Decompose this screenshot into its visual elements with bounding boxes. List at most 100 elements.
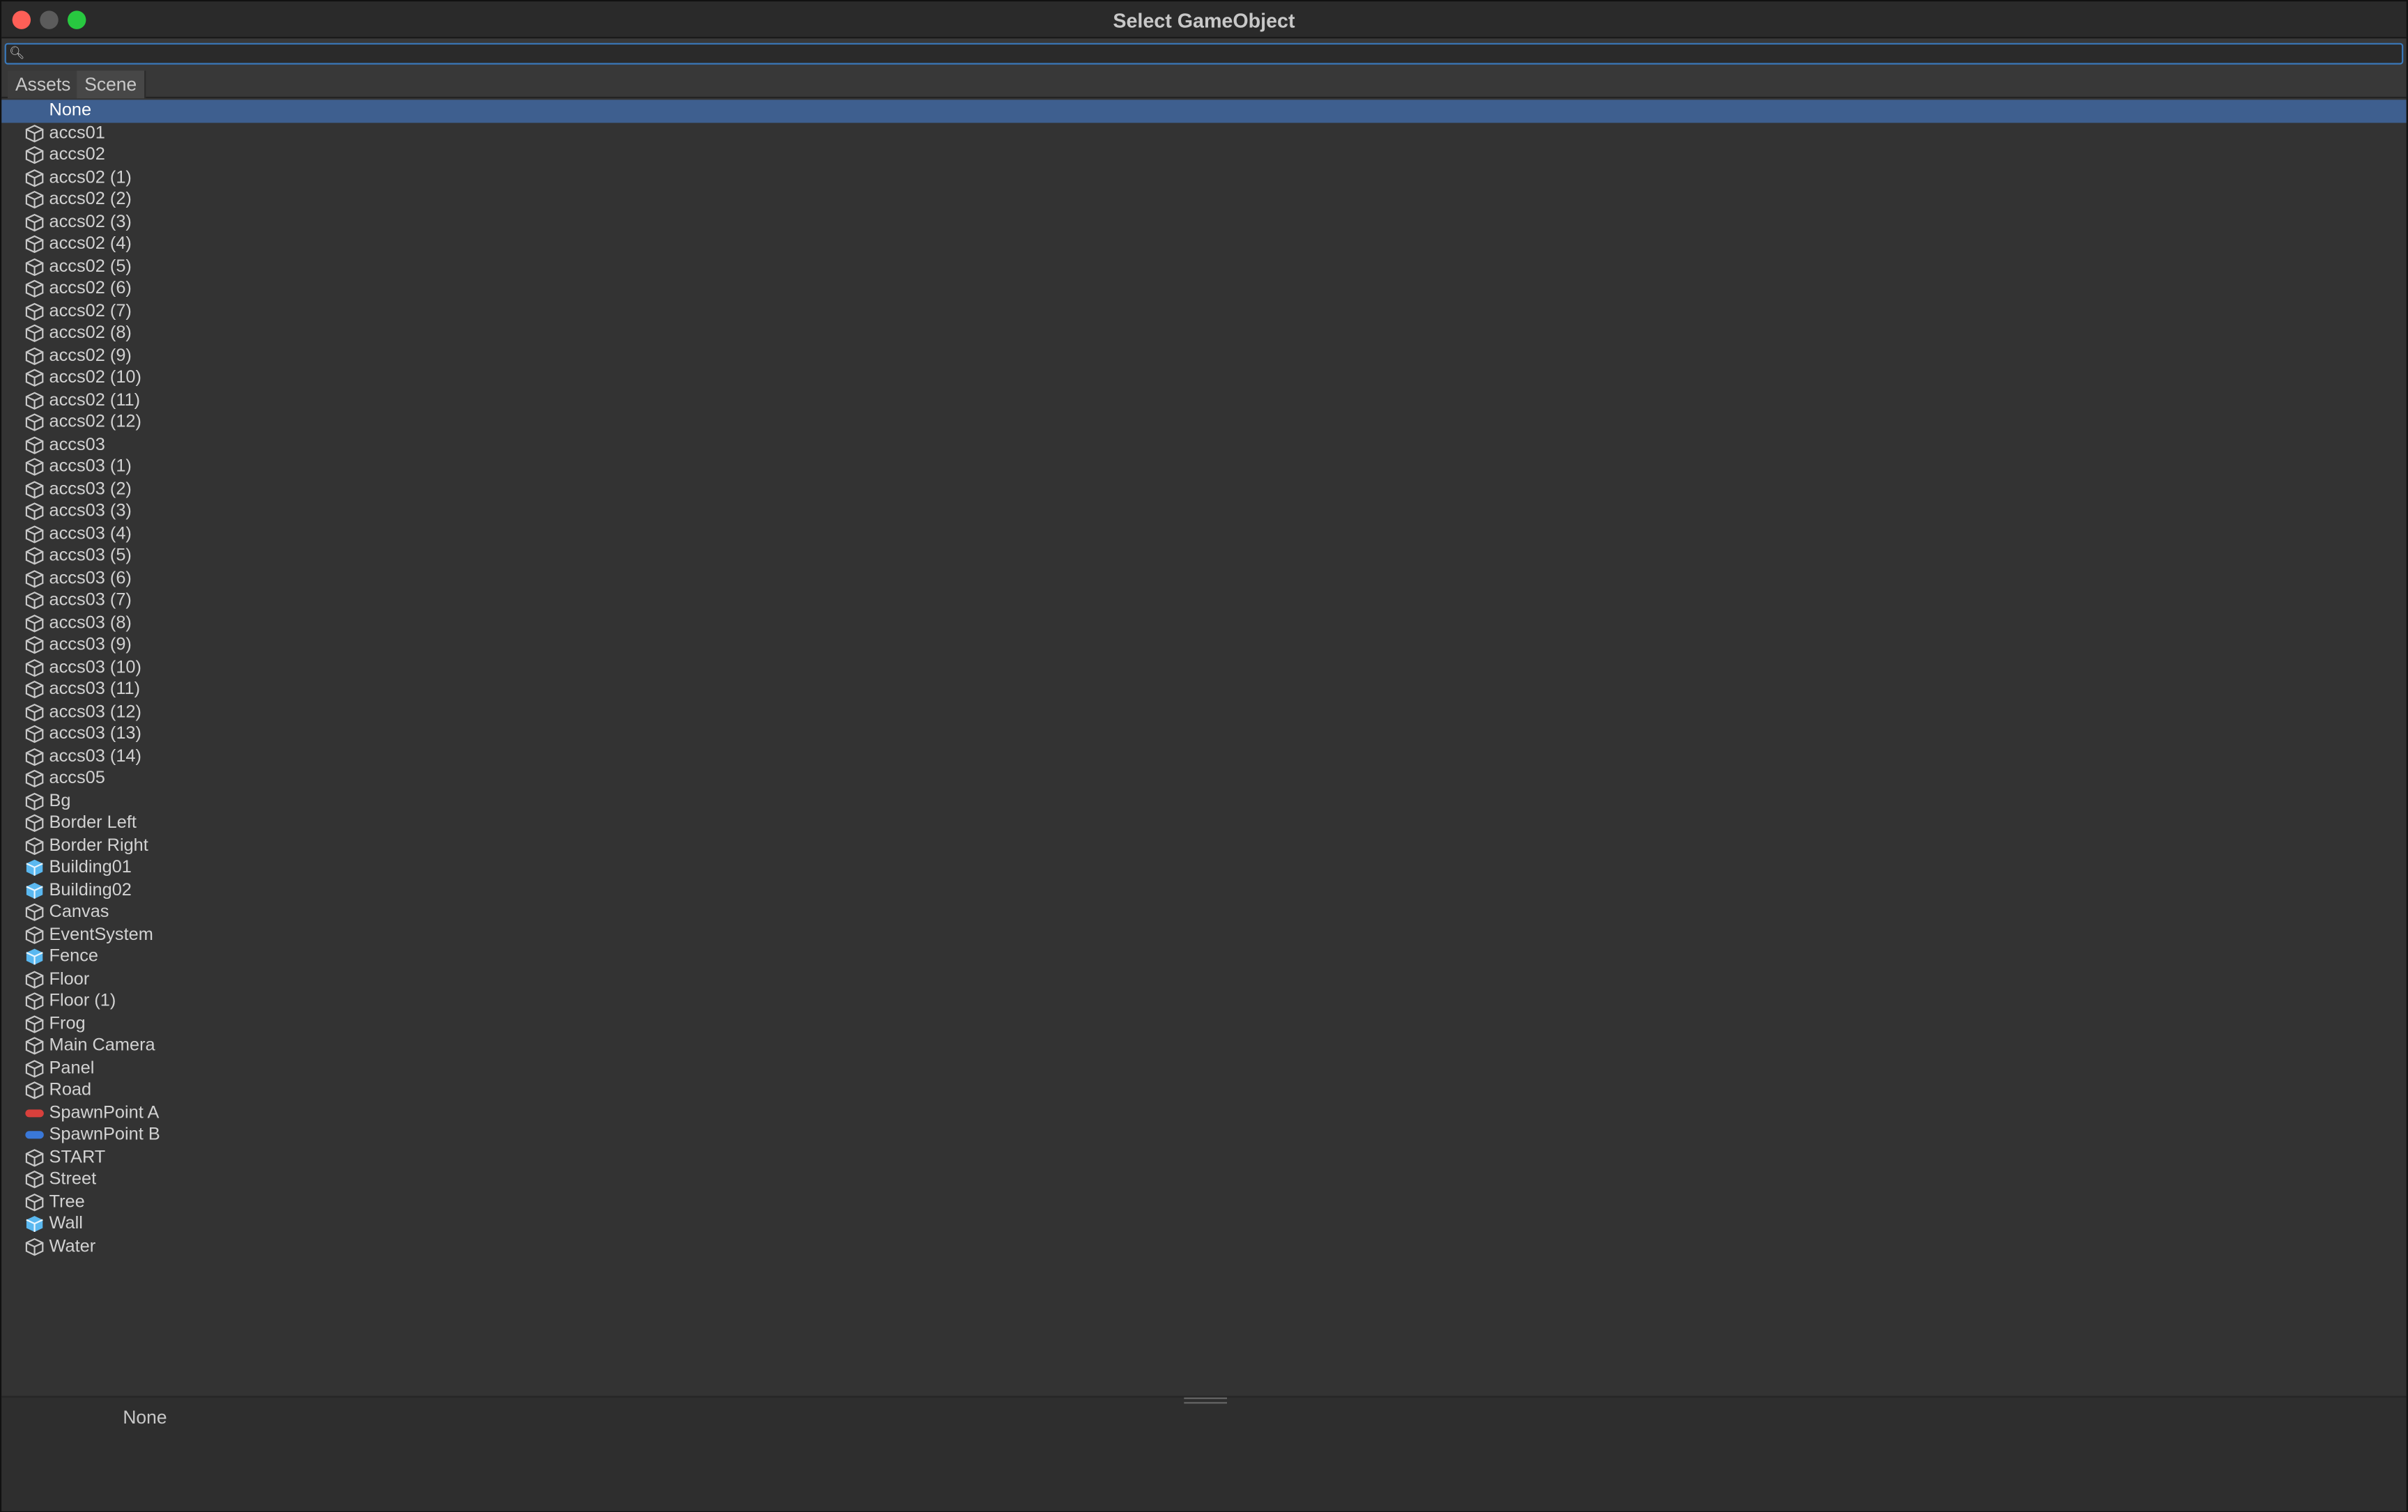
gameobject-icon bbox=[24, 1059, 45, 1077]
list-item[interactable]: accs03 (5) bbox=[1, 545, 2406, 567]
gameobject-icon bbox=[24, 769, 45, 788]
list-item[interactable]: Main Camera bbox=[1, 1035, 2406, 1057]
list-item[interactable]: accs03 (10) bbox=[1, 656, 2406, 679]
list-item-label: accs02 (2) bbox=[49, 190, 132, 209]
gameobject-icon bbox=[24, 302, 45, 320]
list-item[interactable]: Fence bbox=[1, 946, 2406, 969]
list-item-label: accs02 (10) bbox=[49, 368, 141, 387]
list-item[interactable]: accs03 (3) bbox=[1, 501, 2406, 523]
list-item-label: accs02 (11) bbox=[49, 390, 141, 410]
gameobject-icon bbox=[24, 547, 45, 565]
gameobject-icon bbox=[24, 480, 45, 498]
list-item[interactable]: accs03 (8) bbox=[1, 612, 2406, 634]
list-item[interactable]: Wall bbox=[1, 1213, 2406, 1235]
list-item[interactable]: SpawnPoint A bbox=[1, 1102, 2406, 1124]
list-item[interactable]: accs02 (3) bbox=[1, 211, 2406, 233]
list-item[interactable]: accs02 (5) bbox=[1, 256, 2406, 278]
list-item-label: Bg bbox=[49, 792, 71, 810]
list-item-label: Border Left bbox=[49, 814, 137, 833]
tab-scene[interactable]: Scene bbox=[77, 70, 146, 99]
list-item[interactable]: Border Right bbox=[1, 835, 2406, 857]
list-item[interactable]: accs02 (2) bbox=[1, 189, 2406, 211]
list-item-label: accs02 (5) bbox=[49, 257, 132, 276]
list-item[interactable]: Panel bbox=[1, 1057, 2406, 1079]
list-item[interactable]: accs01 bbox=[1, 122, 2406, 144]
list-item[interactable]: accs02 (12) bbox=[1, 412, 2406, 434]
list-item[interactable]: accs03 (11) bbox=[1, 679, 2406, 701]
list-item[interactable]: Border Left bbox=[1, 812, 2406, 835]
list-item[interactable]: accs02 (1) bbox=[1, 167, 2406, 189]
list-item-label: accs02 (7) bbox=[49, 302, 132, 321]
list-item[interactable]: Street bbox=[1, 1168, 2406, 1191]
list-item[interactable]: accs03 (2) bbox=[1, 479, 2406, 501]
gameobject-icon bbox=[24, 1170, 45, 1189]
tab-assets[interactable]: Assets bbox=[8, 70, 80, 99]
list-item[interactable]: accs02 (10) bbox=[1, 367, 2406, 389]
gameobject-icon bbox=[24, 1148, 45, 1166]
list-item[interactable]: accs02 bbox=[1, 144, 2406, 167]
list-item[interactable]: Road bbox=[1, 1079, 2406, 1102]
list-item[interactable]: START bbox=[1, 1146, 2406, 1168]
list-item-label: accs03 (9) bbox=[49, 635, 132, 654]
prefab-icon bbox=[24, 881, 45, 899]
list-item[interactable]: EventSystem bbox=[1, 924, 2406, 946]
list-item[interactable]: accs03 (6) bbox=[1, 567, 2406, 589]
gameobject-icon bbox=[24, 413, 45, 431]
list-item[interactable]: accs03 (12) bbox=[1, 701, 2406, 723]
list-item-label: accs02 (12) bbox=[49, 412, 141, 432]
list-item[interactable]: accs03 (13) bbox=[1, 723, 2406, 746]
list-item[interactable]: accs02 (9) bbox=[1, 345, 2406, 367]
gameobject-icon bbox=[24, 569, 45, 587]
list-item[interactable]: None bbox=[1, 100, 2407, 123]
list-item[interactable]: accs02 (11) bbox=[1, 389, 2406, 412]
list-item[interactable]: Building01 bbox=[1, 857, 2406, 879]
gameobject-icon bbox=[24, 992, 45, 1010]
list-item-label: accs03 (6) bbox=[49, 569, 132, 588]
list-item[interactable]: Floor (1) bbox=[1, 991, 2406, 1013]
list-item-label: Border Right bbox=[49, 836, 148, 855]
tab-bar: Assets Scene bbox=[1, 69, 2407, 99]
prefab-icon bbox=[24, 1214, 45, 1233]
gameobject-icon bbox=[24, 702, 45, 721]
gameobject-icon bbox=[24, 123, 45, 142]
list-item[interactable]: accs02 (4) bbox=[1, 233, 2406, 256]
list-item[interactable]: Bg bbox=[1, 790, 2406, 812]
list-item[interactable]: SpawnPoint B bbox=[1, 1124, 2406, 1146]
list-item[interactable]: accs02 (7) bbox=[1, 300, 2406, 323]
list-item-label: accs02 (9) bbox=[49, 346, 132, 365]
list-item[interactable]: accs03 (7) bbox=[1, 589, 2406, 612]
list-item[interactable]: accs03 (14) bbox=[1, 746, 2406, 768]
search-bar: 🔍︎ bbox=[1, 40, 2407, 70]
list-item-label: accs03 (10) bbox=[49, 658, 141, 677]
gameobject-icon bbox=[24, 1037, 45, 1055]
gameobject-icon bbox=[24, 613, 45, 632]
gameobject-icon bbox=[24, 903, 45, 921]
list-item[interactable]: accs03 (1) bbox=[1, 456, 2406, 479]
list-item[interactable]: Canvas bbox=[1, 902, 2406, 924]
gameobject-icon bbox=[24, 635, 45, 654]
list-item[interactable]: Building02 bbox=[1, 879, 2406, 902]
search-icon: 🔍︎ bbox=[9, 46, 25, 60]
list-item[interactable]: accs03 (4) bbox=[1, 523, 2406, 545]
list-item[interactable]: Frog bbox=[1, 1013, 2406, 1035]
gameobject-icon bbox=[24, 458, 45, 476]
list-item[interactable]: accs02 (8) bbox=[1, 323, 2406, 345]
list-item-label: Canvas bbox=[49, 902, 109, 922]
list-item[interactable]: accs05 bbox=[1, 768, 2406, 790]
list-item[interactable]: accs03 bbox=[1, 434, 2406, 456]
selected-object-label: None bbox=[123, 1406, 167, 1428]
list-item[interactable]: accs02 (6) bbox=[1, 278, 2406, 300]
gameobject-icon bbox=[24, 435, 45, 454]
gameobject-icon bbox=[24, 814, 45, 833]
list-item-label: Tree bbox=[49, 1192, 85, 1211]
gameobject-icon bbox=[24, 1192, 45, 1211]
list-item-label: START bbox=[49, 1148, 106, 1166]
search-input[interactable] bbox=[27, 44, 2399, 63]
list-item-label: accs02 bbox=[49, 146, 105, 164]
list-item[interactable]: Water bbox=[1, 1235, 2406, 1258]
list-item[interactable]: Tree bbox=[1, 1191, 2406, 1213]
resize-handle[interactable] bbox=[1184, 1397, 1227, 1404]
list-item[interactable]: Floor bbox=[1, 969, 2406, 991]
search-field[interactable]: 🔍︎ bbox=[4, 43, 2404, 65]
list-item[interactable]: accs03 (9) bbox=[1, 634, 2406, 656]
